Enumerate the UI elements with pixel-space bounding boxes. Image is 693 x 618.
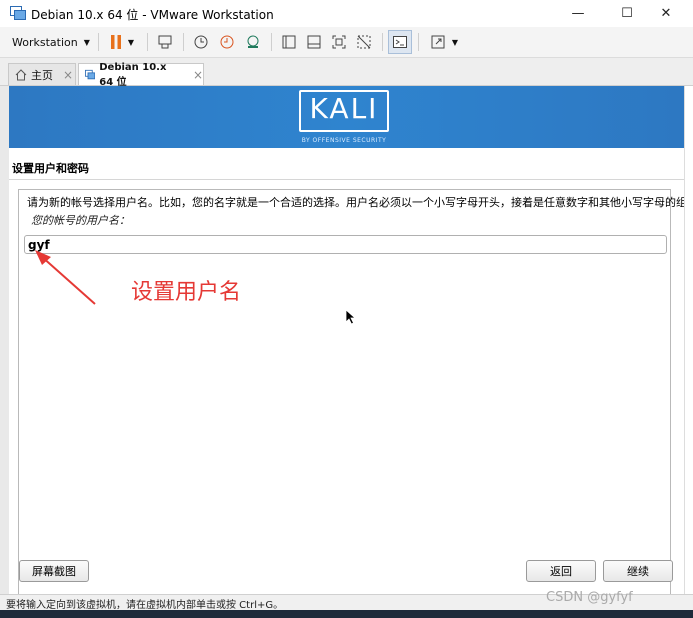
send-keys-icon — [158, 35, 172, 49]
username-input[interactable] — [24, 235, 667, 254]
single-view-icon — [282, 35, 296, 49]
status-text: 要将输入定向到该虚拟机，请在虚拟机内部单击或按 Ctrl+G。 — [6, 600, 284, 611]
kali-tagline: BY OFFENSIVE SECURITY — [301, 137, 387, 144]
vmware-app-icon — [10, 6, 26, 20]
mouse-cursor-icon — [345, 309, 357, 325]
tab-home[interactable]: 主页 × — [8, 63, 76, 85]
snapshot-manager-button[interactable] — [241, 30, 265, 54]
revert-snapshot-button[interactable] — [215, 30, 239, 54]
chevron-down-icon: ▼ — [451, 37, 459, 47]
username-field-label: 您的帐号的用户名： — [31, 214, 130, 227]
window-title: Debian 10.x 64 位 - VMware Workstation — [31, 8, 274, 22]
chevron-down-icon: ▼ — [127, 37, 135, 47]
single-view-button[interactable] — [277, 30, 301, 54]
tab-home-label: 主页 — [31, 68, 53, 82]
pause-icon — [110, 35, 121, 49]
tab-bar: 主页 × Debian 10.x 64 位 × — [0, 58, 693, 88]
right-edge — [684, 86, 693, 602]
unity-icon — [357, 35, 371, 49]
send-ctrl-alt-del-button[interactable] — [153, 30, 177, 54]
taskbar — [0, 610, 693, 618]
vm-icon — [85, 69, 96, 79]
multi-view-icon — [307, 35, 321, 49]
step-title: 设置用户和密码 — [12, 162, 89, 175]
screenshot-button[interactable]: 屏幕截图 — [19, 560, 89, 582]
workstation-menu-button[interactable]: Workstation ▼ — [12, 30, 92, 54]
snapshot-icon — [194, 35, 208, 49]
full-screen-button[interactable]: ▼ — [424, 30, 464, 54]
tab-debian-vm[interactable]: Debian 10.x 64 位 × — [78, 61, 204, 88]
workstation-menu-label: Workstation — [12, 35, 78, 49]
fit-guest-icon — [332, 35, 346, 49]
close-icon[interactable]: × — [63, 68, 73, 82]
continue-button[interactable]: 继续 — [603, 560, 673, 582]
chevron-down-icon: ▼ — [83, 37, 90, 47]
annotation-arrow-icon — [35, 250, 96, 305]
tab-debian-vm-label: Debian 10.x 64 位 — [99, 61, 167, 88]
close-button[interactable]: ✕ — [643, 0, 689, 27]
watermark: CSDN @gyfyf — [546, 590, 633, 605]
revert-snapshot-icon — [220, 35, 234, 49]
close-icon[interactable]: × — [193, 68, 203, 82]
toolbar: Workstation ▼ ▼ ▼ — [0, 27, 693, 58]
title-bar: Debian 10.x 64 位 - VMware Workstation — … — [0, 0, 693, 28]
home-icon — [15, 68, 27, 80]
left-edge — [0, 86, 9, 602]
annotation-text: 设置用户名 — [131, 280, 242, 305]
multi-view-button[interactable] — [302, 30, 326, 54]
full-screen-icon — [431, 35, 445, 49]
fit-guest-button[interactable] — [327, 30, 351, 54]
kali-logo: KALI — [309, 92, 379, 125]
instruction-text: 请为新的帐号选择用户名。比如，您的名字就是一个合适的选择。用户名必须以一个小写字… — [27, 196, 684, 209]
console-view-button[interactable] — [388, 30, 412, 54]
unity-button[interactable] — [352, 30, 376, 54]
snapshot-manager-icon — [247, 35, 259, 48]
back-button[interactable]: 返回 — [526, 560, 596, 582]
minimize-button[interactable]: — — [555, 0, 601, 27]
vm-screen[interactable]: KALI BY OFFENSIVE SECURITY 设置用户和密码 请为新的帐… — [9, 86, 684, 602]
snapshot-button[interactable] — [189, 30, 213, 54]
pause-button[interactable]: ▼ — [104, 30, 140, 54]
console-view-icon — [393, 36, 407, 48]
divider — [9, 179, 684, 180]
